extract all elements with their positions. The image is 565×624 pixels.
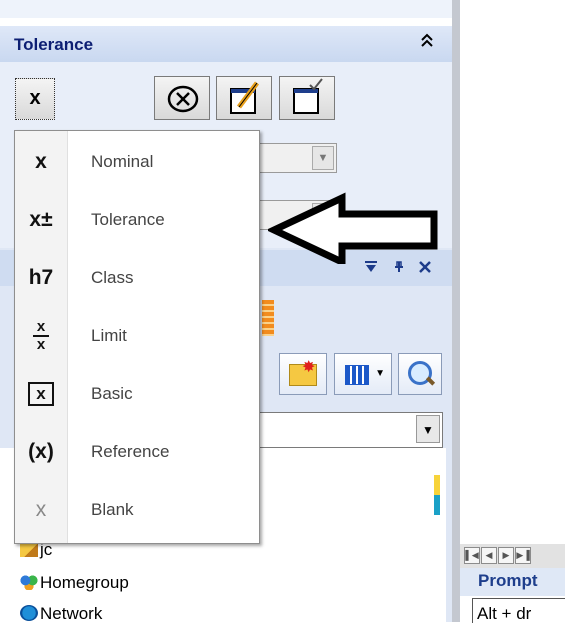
edit-pencil-icon [230, 81, 259, 114]
circled-x-button[interactable] [154, 76, 210, 120]
new-folder-button[interactable]: ✸ [279, 353, 327, 395]
search-button[interactable] [398, 353, 442, 395]
chevron-down-icon[interactable]: ▼ [312, 146, 334, 170]
menu-item-blank[interactable]: x Blank [15, 481, 259, 539]
edit-dimension-button[interactable] [216, 76, 272, 120]
tree-scrollbar[interactable] [434, 475, 440, 515]
nominal-x-icon: x [29, 87, 41, 109]
limit-icon: xx [15, 307, 67, 365]
menu-item-label: Class [91, 268, 134, 287]
blank-icon: x [35, 498, 47, 521]
prompt-text: Alt + dr [477, 604, 532, 623]
menu-item-tolerance[interactable]: x± Tolerance [15, 191, 259, 249]
precision-combo[interactable]: ▼ [255, 143, 337, 173]
class-icon: h7 [28, 266, 54, 289]
network-icon [20, 605, 38, 621]
chevron-down-icon[interactable]: ▼ [416, 415, 440, 443]
menu-item-class[interactable]: h7 Class [15, 249, 259, 307]
reference-icon: (x) [28, 440, 54, 463]
annotation-arrow-icon [265, 192, 440, 269]
view-options-button[interactable]: ▼ [334, 353, 392, 395]
menu-item-label: Nominal [91, 152, 154, 171]
menu-item-label: Reference [91, 442, 170, 461]
path-combo[interactable]: ▼ [255, 412, 443, 448]
homegroup-icon [20, 574, 38, 590]
grid-view-icon [345, 365, 369, 385]
tree-item[interactable]: Homegroup [20, 573, 129, 593]
tree-item[interactable]: Network [20, 604, 102, 624]
menu-item-basic[interactable]: x Basic [15, 365, 259, 423]
chevron-down-icon: ▼ [375, 368, 385, 379]
graphics-area [460, 0, 565, 622]
tolerance-icon: x± [29, 208, 53, 231]
circled-x-icon [167, 85, 199, 113]
tree-item-label: Network [40, 604, 103, 623]
menu-item-label: Basic [91, 384, 133, 403]
menu-item-reference[interactable]: (x) Reference [15, 423, 259, 481]
collapse-chevron-icon[interactable] [420, 32, 434, 53]
menu-item-label: Tolerance [91, 210, 165, 229]
document-check-icon [293, 78, 323, 114]
spark-icon: ✸ [302, 359, 316, 376]
menu-item-label: Blank [91, 500, 134, 519]
library-icon[interactable] [262, 300, 274, 336]
nominal-icon: x [35, 150, 47, 173]
tolerance-type-button[interactable]: x [15, 78, 55, 120]
section-title: Tolerance [14, 35, 94, 54]
panel-splitter[interactable] [452, 0, 460, 622]
search-handle-icon [425, 376, 436, 386]
document-check-button[interactable] [279, 76, 335, 120]
last-sheet-button[interactable]: ▶▐ [515, 547, 531, 564]
first-sheet-button[interactable]: ▌◀ [464, 547, 480, 564]
tree-item-label: Homegroup [40, 573, 129, 592]
menu-item-limit[interactable]: xx Limit [15, 307, 259, 365]
panel-top-strip [0, 0, 452, 18]
prev-sheet-button[interactable]: ◀ [481, 547, 497, 564]
prompt-title: Prompt [478, 571, 538, 590]
next-sheet-button[interactable]: ▶ [498, 547, 514, 564]
menu-item-nominal[interactable]: x Nominal [15, 133, 259, 191]
menu-item-label: Limit [91, 326, 127, 345]
basic-icon: x [15, 365, 67, 423]
